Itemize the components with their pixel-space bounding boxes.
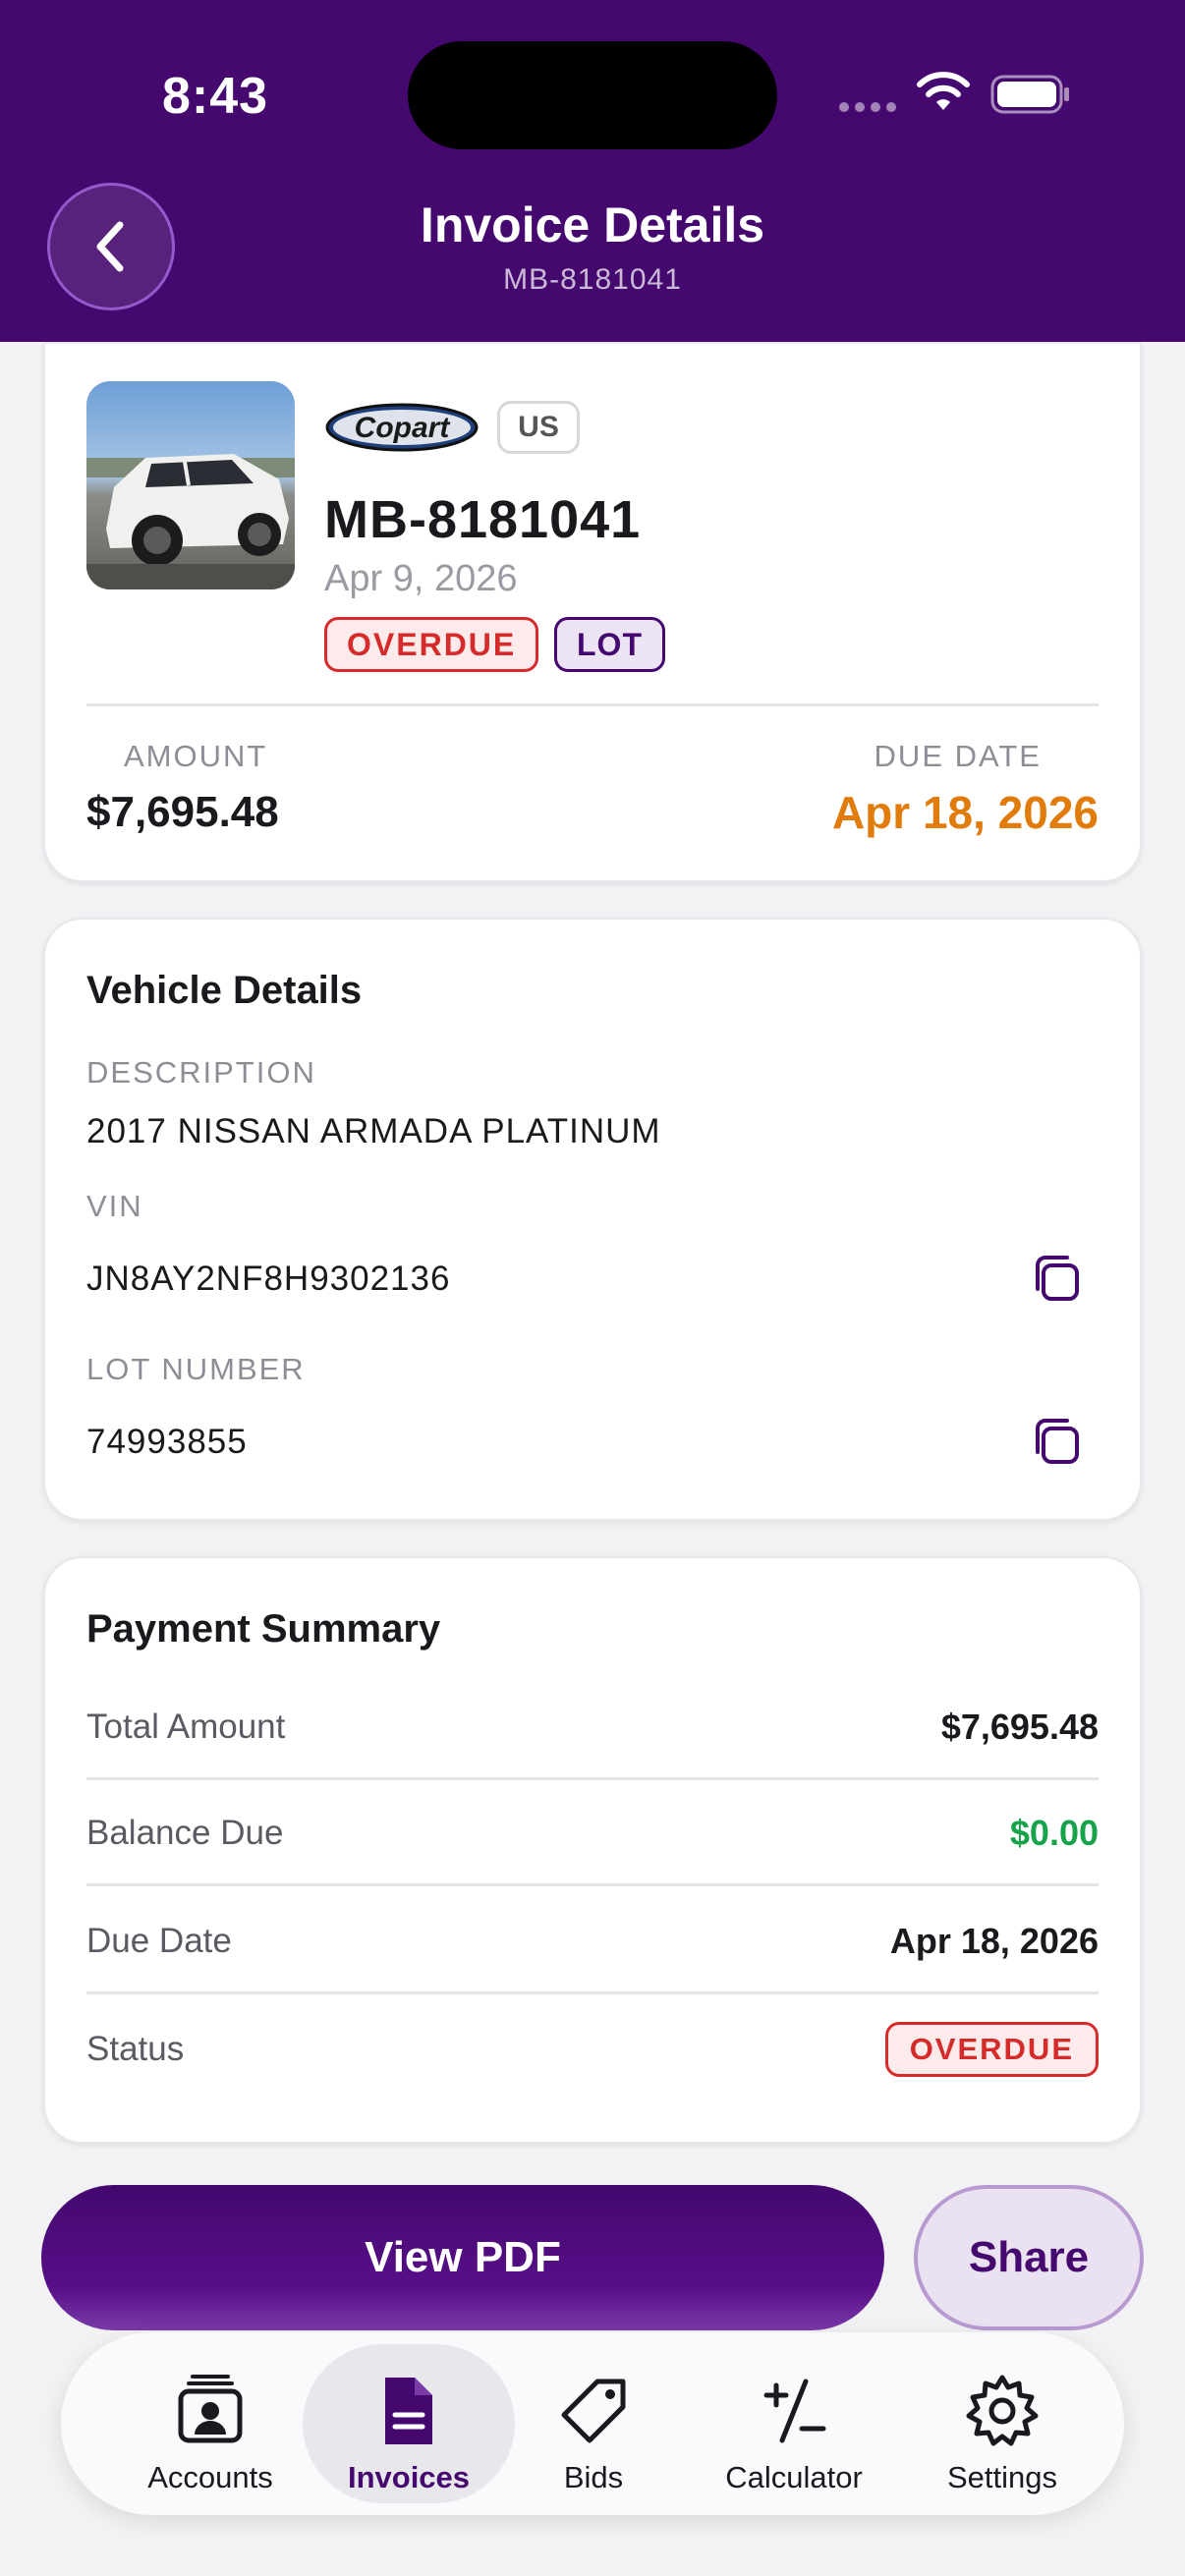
tab-label: Bids <box>563 2460 624 2494</box>
invoice-summary-card: Copart US MB-8181041 Apr 9, 2026 OVERDUE… <box>43 342 1142 882</box>
vin-label: VIN <box>86 1189 143 1223</box>
gear-icon <box>966 2375 1039 2446</box>
status-time: 8:43 <box>162 68 269 125</box>
dynamic-island <box>408 41 777 149</box>
tab-label: Invoices <box>347 2460 471 2494</box>
payment-row-balance: Balance Due $0.00 <box>86 1780 1099 1886</box>
description-label: DESCRIPTION <box>86 1055 316 1090</box>
page-title: Invoice Details <box>420 197 765 252</box>
payment-row-value: Apr 18, 2026 <box>889 1921 1099 1961</box>
tab-bids[interactable]: Bids <box>487 2344 700 2503</box>
section-title: Vehicle Details <box>86 969 363 1012</box>
invoices-icon <box>385 2378 432 2444</box>
payment-row-due-date: Due Date Apr 18, 2026 <box>86 1888 1099 1994</box>
invoice-number: MB-8181041 <box>324 490 642 549</box>
payment-row-total: Total Amount $7,695.48 <box>86 1674 1099 1780</box>
country-badge: US <box>497 401 580 454</box>
vehicle-details-card: Vehicle Details DESCRIPTION 2017 NISSAN … <box>43 918 1142 1521</box>
payment-row-status: Status OVERDUE <box>86 1996 1099 2102</box>
tab-label: Settings <box>946 2460 1057 2494</box>
copy-icon <box>1036 1256 1079 1301</box>
tab-settings[interactable]: Settings <box>896 2344 1108 2503</box>
svg-text:Copart: Copart <box>355 412 452 444</box>
payment-row-value: $7,695.48 <box>940 1707 1099 1747</box>
copart-logo: Copart <box>324 399 480 456</box>
tab-invoices[interactable]: Invoices <box>303 2344 515 2503</box>
vin-value: JN8AY2NF8H9302136 <box>86 1260 451 1298</box>
copy-vin-button[interactable] <box>1030 1252 1083 1305</box>
copy-lot-button[interactable] <box>1030 1415 1083 1468</box>
lot-type-badge: LOT <box>554 617 665 672</box>
description-value: 2017 NISSAN ARMADA PLATINUM <box>86 1112 661 1150</box>
tab-bar: Accounts Invoices Bids Calculator Settin… <box>61 2332 1124 2515</box>
invoice-date: Apr 9, 2026 <box>324 558 518 599</box>
payment-row-label: Total Amount <box>86 1708 286 1746</box>
cellular-signal-icon <box>839 102 898 112</box>
lot-number-value: 74993855 <box>86 1423 248 1461</box>
payment-row-label: Balance Due <box>86 1814 284 1852</box>
share-button[interactable]: Share <box>914 2185 1144 2330</box>
tab-label: Accounts <box>147 2460 273 2494</box>
lot-number-label: LOT NUMBER <box>86 1352 306 1386</box>
amount-label: AMOUNT <box>124 739 268 773</box>
due-date-value: Apr 18, 2026 <box>831 787 1099 838</box>
accounts-icon <box>178 2375 243 2443</box>
tab-accounts[interactable]: Accounts <box>104 2344 316 2503</box>
view-pdf-button[interactable]: View PDF <box>41 2185 884 2330</box>
battery-icon <box>990 75 1069 114</box>
divider <box>86 703 1099 706</box>
amount-value: $7,695.48 <box>86 788 279 836</box>
overdue-status-badge: OVERDUE <box>324 617 539 672</box>
status-badge: OVERDUE <box>884 2022 1099 2077</box>
vehicle-thumbnail <box>86 381 295 589</box>
tab-calculator[interactable]: Calculator <box>688 2344 900 2503</box>
section-title: Payment Summary <box>86 1607 441 1651</box>
payment-row-value: $0.00 <box>1009 1813 1099 1853</box>
tab-label: Calculator <box>725 2460 863 2494</box>
payment-row-label: Status <box>86 2030 185 2068</box>
payment-summary-card: Payment Summary Total Amount $7,695.48 B… <box>43 1556 1142 2144</box>
payment-row-label: Due Date <box>86 1922 232 1960</box>
wifi-icon <box>917 72 970 110</box>
due-date-label: DUE DATE <box>874 739 1042 773</box>
page-subtitle: MB-8181041 <box>503 263 682 296</box>
app-header: 8:43 Invoice Details MB-8181041 <box>0 0 1185 342</box>
tag-icon <box>561 2379 626 2443</box>
copy-icon <box>1036 1419 1079 1464</box>
calculator-icon <box>763 2379 826 2443</box>
